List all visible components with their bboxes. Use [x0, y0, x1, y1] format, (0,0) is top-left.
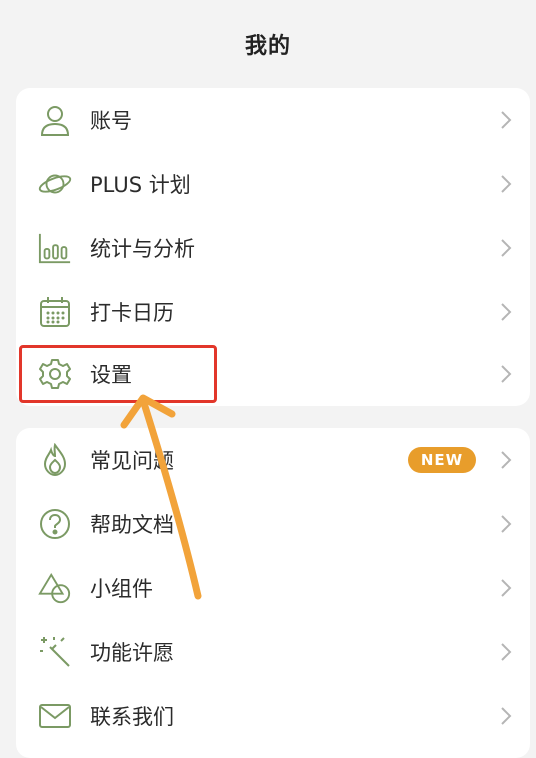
- menu-item-label: 统计与分析: [90, 237, 195, 261]
- menu-item-label: PLUS 计划: [90, 173, 191, 197]
- chevron-right-icon: [498, 173, 514, 195]
- magic-wand-icon: [38, 635, 72, 669]
- menu-item-label: 打卡日历: [90, 301, 174, 325]
- flame-icon: [38, 443, 72, 477]
- menu-item-faq[interactable]: 常见问题 NEW: [16, 428, 530, 492]
- question-icon: [38, 507, 72, 541]
- menu-item-help-docs[interactable]: 帮助文档: [16, 492, 530, 556]
- menu-item-label: 常见问题: [90, 449, 174, 473]
- settings-highlight-box: [19, 345, 217, 403]
- menu-card-secondary: 常见问题 NEW 帮助文档 小组件 功能许愿 联系我们: [16, 428, 530, 758]
- menu-item-label: 帮助文档: [90, 513, 174, 537]
- bar-chart-icon: [38, 231, 72, 265]
- header: 我的: [0, 0, 536, 88]
- chevron-right-icon: [498, 301, 514, 323]
- menu-item-label: 功能许愿: [90, 641, 174, 665]
- menu-item-checkin-calendar[interactable]: 打卡日历: [16, 280, 530, 344]
- shapes-icon: [38, 571, 72, 605]
- chevron-right-icon: [498, 577, 514, 599]
- chevron-right-icon: [498, 449, 514, 471]
- menu-item-statistics[interactable]: 统计与分析: [16, 216, 530, 280]
- menu-item-label: 账号: [90, 109, 132, 133]
- menu-item-widgets[interactable]: 小组件: [16, 556, 530, 620]
- menu-item-plus[interactable]: PLUS 计划: [16, 152, 530, 216]
- menu-item-contact-us[interactable]: 联系我们: [16, 684, 530, 748]
- chevron-right-icon: [498, 363, 514, 385]
- chevron-right-icon: [498, 513, 514, 535]
- chevron-right-icon: [498, 705, 514, 727]
- menu-item-account[interactable]: 账号: [16, 88, 530, 152]
- chevron-right-icon: [498, 237, 514, 259]
- menu-item-label: 联系我们: [90, 705, 174, 729]
- chevron-right-icon: [498, 109, 514, 131]
- menu-item-label: 小组件: [90, 577, 153, 601]
- person-icon: [38, 103, 72, 137]
- mail-icon: [38, 699, 72, 733]
- chevron-right-icon: [498, 641, 514, 663]
- page-title: 我的: [244, 34, 291, 59]
- new-badge: NEW: [408, 447, 476, 473]
- planet-icon: [38, 167, 72, 201]
- calendar-icon: [38, 295, 72, 329]
- menu-item-feature-request[interactable]: 功能许愿: [16, 620, 530, 684]
